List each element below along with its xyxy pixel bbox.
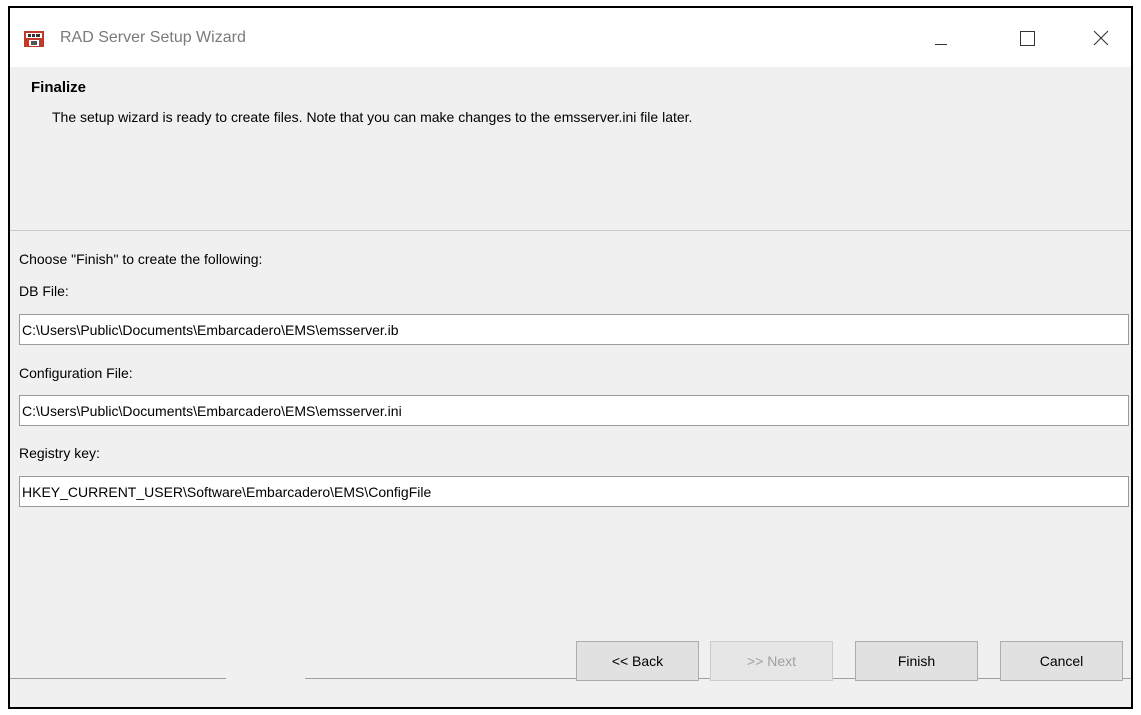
cancel-button[interactable]: Cancel [1000,641,1123,681]
app-installer-icon [23,29,45,49]
wizard-header: Finalize The setup wizard is ready to cr… [10,67,1131,231]
close-icon [1093,30,1109,46]
config-file-field[interactable] [19,395,1129,426]
registry-key-label: Registry key: [19,445,100,461]
db-file-label: DB File: [19,283,69,299]
page-title: Finalize [31,79,87,96]
maximize-icon [1020,31,1035,46]
minimize-icon [935,44,947,45]
registry-key-field[interactable] [19,476,1129,507]
maximize-button[interactable] [1004,16,1050,60]
setup-wizard-window: RAD Server Setup Wizard Finalize The set… [8,6,1133,709]
window-title: RAD Server Setup Wizard [60,29,246,46]
db-file-field[interactable] [19,314,1129,345]
next-button[interactable]: >> Next [710,641,833,681]
back-button[interactable]: << Back [576,641,699,681]
title-bar[interactable]: RAD Server Setup Wizard [10,8,1131,67]
minimize-button[interactable] [918,16,964,60]
finish-button[interactable]: Finish [855,641,978,681]
footer-divider [10,678,226,679]
intro-label: Choose "Finish" to create the following: [19,251,263,267]
close-button[interactable] [1078,16,1124,60]
config-file-label: Configuration File: [19,365,133,381]
page-description: The setup wizard is ready to create file… [52,109,693,125]
